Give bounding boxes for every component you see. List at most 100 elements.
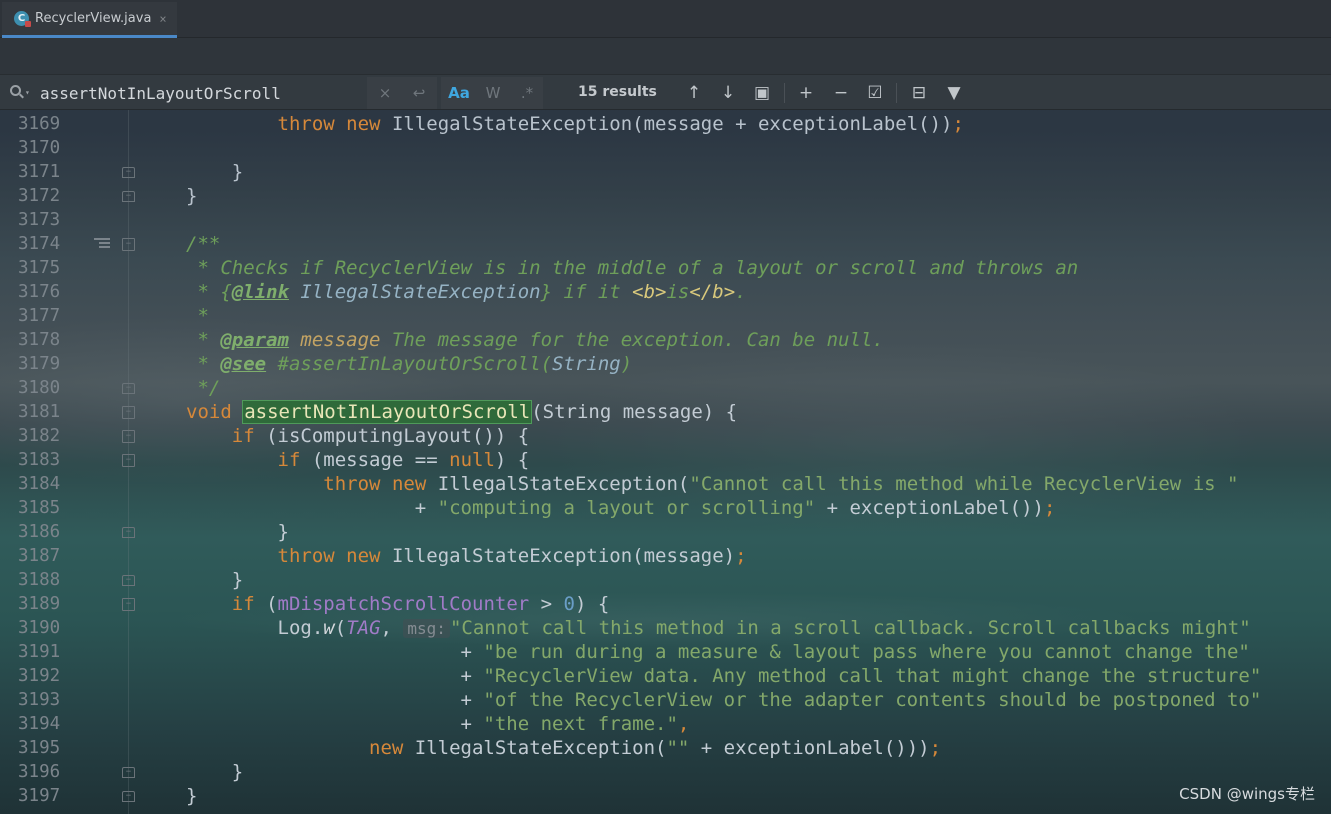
line-number: 3180 <box>18 378 61 398</box>
line-number: 3191 <box>18 642 61 662</box>
search-icon[interactable]: ▾ <box>10 84 30 102</box>
line-number: 3192 <box>18 666 61 686</box>
fold-toggle-icon[interactable] <box>122 406 135 419</box>
new-line-button[interactable]: ↩ <box>408 80 430 106</box>
fold-toggle-icon[interactable] <box>122 598 135 611</box>
regex-toggle[interactable]: .* <box>513 80 541 106</box>
fold-toggle-icon[interactable] <box>122 238 135 251</box>
code-line-3173: 3173 <box>0 208 1331 232</box>
code-text: + "RecyclerView data. Any method call th… <box>186 665 1262 687</box>
code-text: throw new IllegalStateException(message … <box>277 113 964 135</box>
results-count: 15 results <box>578 84 657 100</box>
fold-toggle-icon[interactable] <box>122 430 135 443</box>
toolbar-divider <box>784 83 785 103</box>
line-number: 3193 <box>18 690 61 710</box>
select-all-icon[interactable]: ▣ <box>750 81 774 105</box>
code-line-3177: 3177 * <box>0 304 1331 328</box>
line-number: 3196 <box>18 762 61 782</box>
line-number: 3187 <box>18 546 61 566</box>
java-class-icon: C <box>14 11 31 27</box>
line-number: 3197 <box>18 786 61 806</box>
code-line-3188: 3188 } <box>0 568 1331 592</box>
code-text: if (isComputingLayout()) { <box>231 425 530 447</box>
fold-end-icon[interactable] <box>122 527 135 538</box>
tab-label: RecyclerView.java <box>35 11 152 26</box>
remove-occurrence-icon[interactable]: − <box>829 81 853 105</box>
code-editor[interactable]: 3169 throw new IllegalStateException(mes… <box>0 110 1331 814</box>
fold-end-icon[interactable] <box>122 767 135 778</box>
code-line-3172: 3172 } <box>0 184 1331 208</box>
code-line-3191: 3191 + "be run during a measure & layout… <box>0 640 1331 664</box>
search-input[interactable] <box>40 82 360 104</box>
toolbar-divider <box>896 83 897 103</box>
line-number: 3181 <box>18 402 61 422</box>
code-line-3187: 3187 throw new IllegalStateException(mes… <box>0 544 1331 568</box>
editor-tab-bar: C RecyclerView.java × <box>0 0 1331 38</box>
code-text: throw new IllegalStateException(message)… <box>277 545 747 567</box>
code-text: } <box>186 521 289 543</box>
line-number: 3185 <box>18 498 61 518</box>
code-text: * Checks if RecyclerView is in the middl… <box>186 257 1079 279</box>
fold-end-icon[interactable] <box>122 575 135 586</box>
code-text: if (message == null) { <box>277 449 530 471</box>
code-line-3197: 3197 } <box>0 784 1331 808</box>
code-line-3195: 3195 new IllegalStateException("" + exce… <box>0 736 1331 760</box>
match-case-toggle[interactable]: Aa <box>445 80 473 106</box>
line-number: 3177 <box>18 306 61 326</box>
line-number: 3195 <box>18 738 61 758</box>
code-line-3182: 3182 if (isComputingLayout()) { <box>0 424 1331 448</box>
code-line-3190: 3190 Log.w(TAG, msg: "Cannot call this me… <box>0 616 1331 640</box>
tab-recyclerview-java[interactable]: C RecyclerView.java × <box>2 2 177 38</box>
line-number: 3189 <box>18 594 61 614</box>
code-line-3170: 3170 <box>0 136 1331 160</box>
line-number: 3190 <box>18 618 61 638</box>
render-doc-icon[interactable] <box>94 238 110 250</box>
filter-options-icon[interactable]: ⊟ <box>907 81 931 105</box>
fold-toggle-icon[interactable] <box>122 454 135 467</box>
watermark: CSDN @wings专栏 <box>1179 785 1315 803</box>
line-number: 3174 <box>18 234 61 254</box>
close-icon[interactable]: × <box>159 12 166 26</box>
filter-icon[interactable]: ▼ <box>942 81 966 105</box>
fold-end-icon[interactable] <box>122 383 135 394</box>
code-line-3180: 3180 */ <box>0 376 1331 400</box>
line-number: 3169 <box>18 114 61 134</box>
line-number: 3186 <box>18 522 61 542</box>
code-line-3179: 3179 * @see #assertInLayoutOrScroll(Stri… <box>0 352 1331 376</box>
line-number: 3184 <box>18 474 61 494</box>
code-text: Log.w(TAG, msg: "Cannot call this method … <box>186 617 1251 639</box>
clear-search-button[interactable]: × <box>374 80 396 106</box>
code-text: + "be run during a measure & layout pass… <box>186 641 1250 663</box>
find-bar: ▾ × ↩ Aa W .* 15 results ↑ ↓ ▣ + − ☑ ⊟ ▼ <box>0 74 1331 110</box>
code-line-3194: 3194 + "the next frame.", <box>0 712 1331 736</box>
fold-end-icon[interactable] <box>122 167 135 178</box>
code-line-3183: 3183 if (message == null) { <box>0 448 1331 472</box>
line-number: 3178 <box>18 330 61 350</box>
add-occurrence-icon[interactable]: + <box>794 81 818 105</box>
code-text: } <box>186 161 244 183</box>
next-occurrence-icon[interactable]: ↓ <box>716 81 740 105</box>
select-all-occurrences-icon[interactable]: ☑ <box>863 81 887 105</box>
fold-end-icon[interactable] <box>122 791 135 802</box>
line-number: 3183 <box>18 450 61 470</box>
code-lines: 3169 throw new IllegalStateException(mes… <box>0 112 1331 808</box>
code-text: * <box>186 305 209 327</box>
code-text: + "the next frame.", <box>186 713 690 735</box>
code-text: throw new IllegalStateException("Cannot … <box>323 473 1239 495</box>
line-number: 3176 <box>18 282 61 302</box>
code-line-3193: 3193 + "of the RecyclerView or the adapt… <box>0 688 1331 712</box>
code-text: if (mDispatchScrollCounter > 0) { <box>231 593 610 615</box>
code-text: + "of the RecyclerView or the adapter co… <box>186 689 1262 711</box>
code-line-3185: 3185 + "computing a layout or scrolling"… <box>0 496 1331 520</box>
code-text: + "computing a layout or scrolling" + ex… <box>186 497 1056 519</box>
code-line-3189: 3189 if (mDispatchScrollCounter > 0) { <box>0 592 1331 616</box>
words-toggle[interactable]: W <box>479 80 507 106</box>
code-line-3186: 3186 } <box>0 520 1331 544</box>
line-number: 3175 <box>18 258 61 278</box>
code-line-3192: 3192 + "RecyclerView data. Any method ca… <box>0 664 1331 688</box>
fold-end-icon[interactable] <box>122 191 135 202</box>
code-line-3196: 3196 } <box>0 760 1331 784</box>
code-text: * @param message The message for the exc… <box>186 329 884 351</box>
code-text: void assertNotInLayoutOrScroll(String me… <box>186 400 738 424</box>
previous-occurrence-icon[interactable]: ↑ <box>682 81 706 105</box>
